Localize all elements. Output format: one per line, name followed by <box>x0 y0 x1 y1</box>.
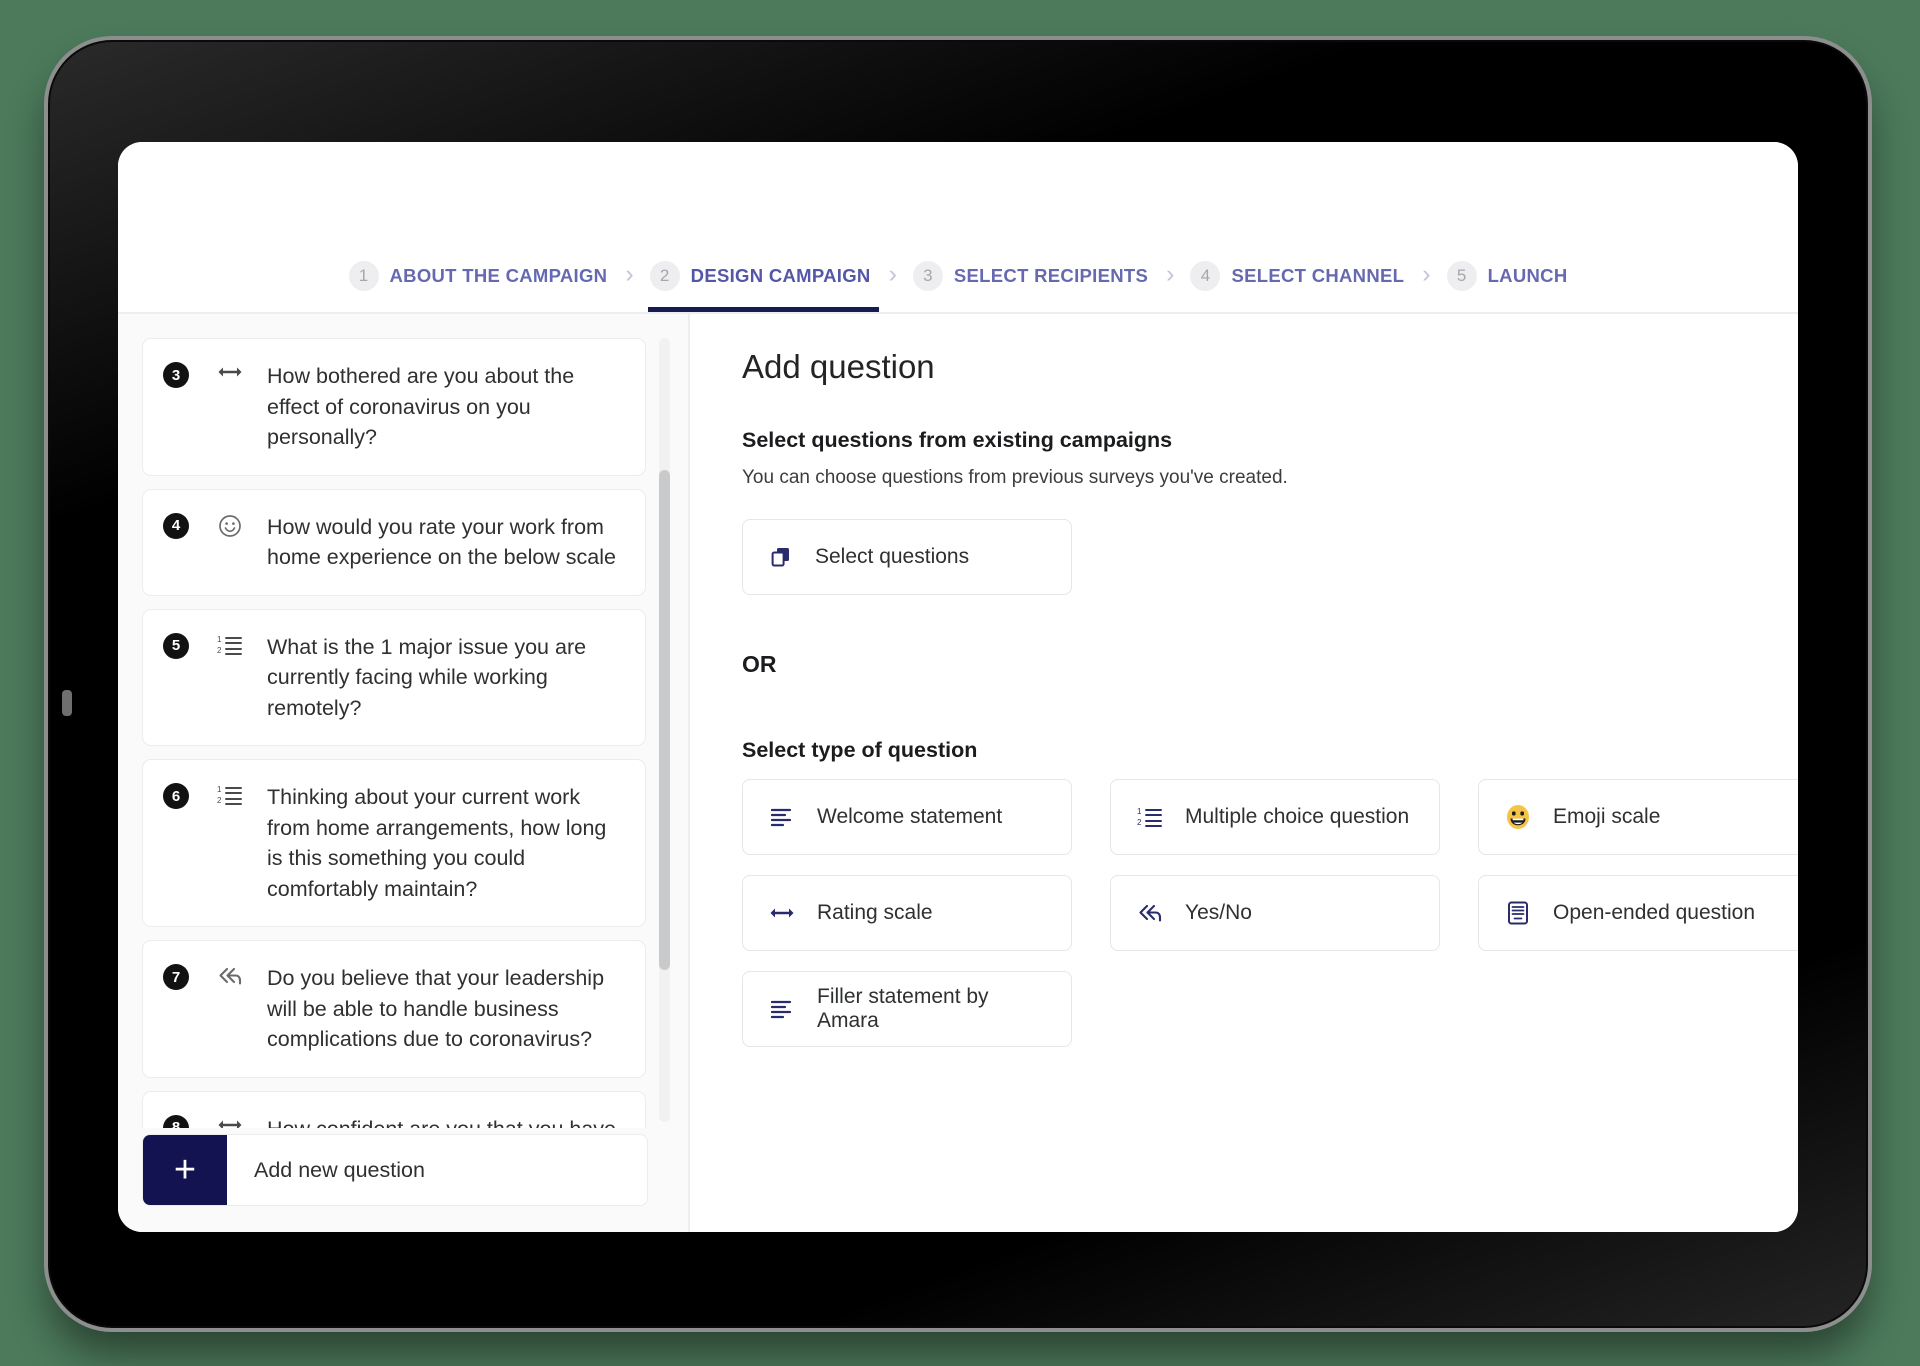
breadcrumb: 1 ABOUT THE CAMPAIGN › 2 DESIGN CAMPAIGN… <box>118 240 1798 312</box>
text-lines-icon <box>767 999 797 1019</box>
step-number-badge: 3 <box>912 261 943 291</box>
question-list-scrollbar[interactable] <box>659 338 670 1122</box>
question-type-label: Filler statement by Amara <box>817 985 989 1032</box>
content-area: 3 How bothered are you about the effect … <box>118 314 1798 1232</box>
step-label: SELECT CHANNEL <box>1231 265 1405 286</box>
tablet-screen: 1 ABOUT THE CAMPAIGN › 2 DESIGN CAMPAIGN… <box>118 142 1798 1232</box>
question-type-filler-statement[interactable]: Filler statement by Amara <box>742 971 1072 1047</box>
numbered-list-icon: 12 <box>215 784 245 806</box>
rating-scale-icon <box>215 363 245 381</box>
question-type-open-ended[interactable]: Open-ended question <box>1478 875 1798 951</box>
chevron-right-icon: › <box>1166 260 1175 288</box>
question-type-rating-scale[interactable]: Rating scale <box>742 875 1072 951</box>
question-type-label: Welcome statement <box>817 805 1003 828</box>
numbered-list-icon: 12 <box>215 634 245 656</box>
step-label: ABOUT THE CAMPAIGN <box>389 265 608 286</box>
numbered-list-icon: 12 <box>1135 806 1165 828</box>
question-list-item[interactable]: 4 How would you rate your work from home… <box>142 488 646 596</box>
add-question-panel: Add question Select questions from exist… <box>690 314 1798 1232</box>
question-type-label: Rating scale <box>817 901 933 924</box>
step-select-channel[interactable]: 4 SELECT CHANNEL <box>1188 240 1406 312</box>
select-type-heading: Select type of question <box>742 738 978 762</box>
rating-scale-icon <box>767 904 797 922</box>
tablet-device-frame: 1 ABOUT THE CAMPAIGN › 2 DESIGN CAMPAIGN… <box>48 40 1868 1328</box>
chevron-right-icon: › <box>1422 260 1431 288</box>
existing-campaigns-subtext: You can choose questions from previous s… <box>742 467 1288 488</box>
yes-no-icon <box>1135 902 1165 924</box>
svg-text:2: 2 <box>217 796 222 805</box>
question-type-emoji-scale[interactable]: Emoji scale <box>1478 779 1798 855</box>
question-number-badge: 4 <box>163 512 189 539</box>
emoji-scale-icon <box>215 514 245 538</box>
device-camera-icon <box>62 690 72 716</box>
emoji-face-icon <box>1503 803 1533 831</box>
copy-icon <box>769 545 793 569</box>
plus-icon: + <box>143 1135 227 1205</box>
svg-text:2: 2 <box>1137 818 1142 827</box>
question-list-panel: 3 How bothered are you about the effect … <box>118 314 690 1232</box>
step-design-campaign[interactable]: 2 DESIGN CAMPAIGN <box>647 240 879 312</box>
yes-no-icon <box>215 965 245 987</box>
step-label: LAUNCH <box>1487 265 1568 286</box>
question-type-label: Multiple choice question <box>1185 805 1410 828</box>
page-title: Add question <box>742 348 935 385</box>
step-about-the-campaign[interactable]: 1 ABOUT THE CAMPAIGN <box>347 240 610 312</box>
step-label: SELECT RECIPIENTS <box>953 265 1149 286</box>
question-text: What is the 1 major issue you are curren… <box>267 634 587 720</box>
step-select-recipients[interactable]: 3 SELECT RECIPIENTS <box>911 240 1150 312</box>
step-number-badge: 5 <box>1446 261 1477 291</box>
keyboard-icon <box>1503 901 1533 925</box>
step-number-badge: 4 <box>1190 261 1221 291</box>
question-number-badge: 5 <box>163 632 189 659</box>
svg-text:2: 2 <box>217 646 222 655</box>
question-text: How bothered are you about the effect of… <box>267 364 575 450</box>
select-questions-button[interactable]: Select questions <box>742 519 1072 595</box>
scrollbar-thumb[interactable] <box>659 470 670 970</box>
question-list-item[interactable]: 8 How confident are you that you have th… <box>142 1090 646 1128</box>
question-list-item[interactable]: 7 Do you believe that your leadership wi… <box>142 940 646 1078</box>
question-type-label: Open-ended question <box>1553 901 1755 924</box>
question-type-yes-no[interactable]: Yes/No <box>1110 875 1440 951</box>
question-type-welcome-statement[interactable]: Welcome statement <box>742 779 1072 855</box>
question-list[interactable]: 3 How bothered are you about the effect … <box>118 314 688 1128</box>
question-number-badge: 8 <box>163 1114 189 1128</box>
existing-campaigns-heading: Select questions from existing campaigns <box>742 428 1173 452</box>
chevron-right-icon: › <box>625 260 634 288</box>
or-divider-label: OR <box>742 651 777 677</box>
question-number-badge: 7 <box>163 964 189 991</box>
add-new-question-label: Add new question <box>254 1157 425 1182</box>
question-type-label: Emoji scale <box>1553 805 1661 828</box>
text-lines-icon <box>767 807 797 827</box>
add-new-question-button[interactable]: + Add new question <box>142 1134 648 1206</box>
step-launch[interactable]: 5 LAUNCH <box>1445 240 1570 312</box>
svg-text:1: 1 <box>217 635 222 644</box>
question-text: Do you believe that your leadership will… <box>267 966 605 1052</box>
svg-text:1: 1 <box>1137 807 1142 816</box>
question-list-item[interactable]: 6 12 Thinking about your current work fr… <box>142 759 646 928</box>
question-type-multiple-choice[interactable]: 12 Multiple choice question <box>1110 779 1440 855</box>
question-list-item[interactable]: 3 How bothered are you about the effect … <box>142 338 646 476</box>
question-number-badge: 3 <box>163 362 189 388</box>
step-number-badge: 1 <box>348 261 379 291</box>
question-type-grid: Welcome statement 12 Multiple choice que… <box>742 779 1798 1047</box>
question-list-item[interactable]: 5 12 What is the 1 major issue you are c… <box>142 608 646 747</box>
campaign-stepper-bar: 1 ABOUT THE CAMPAIGN › 2 DESIGN CAMPAIGN… <box>118 142 1798 314</box>
step-number-badge: 2 <box>649 261 680 291</box>
question-text: Thinking about your current work from ho… <box>267 785 607 901</box>
question-type-label: Yes/No <box>1185 901 1252 924</box>
question-text: How confident are you that you have the … <box>267 1114 623 1128</box>
rating-scale-icon <box>215 1116 245 1128</box>
step-label: DESIGN CAMPAIGN <box>690 265 871 286</box>
chevron-right-icon: › <box>888 260 897 288</box>
select-questions-label: Select questions <box>815 545 970 568</box>
question-number-badge: 6 <box>163 783 189 810</box>
question-text: How would you rate your work from home e… <box>267 514 616 570</box>
svg-text:1: 1 <box>217 785 222 794</box>
